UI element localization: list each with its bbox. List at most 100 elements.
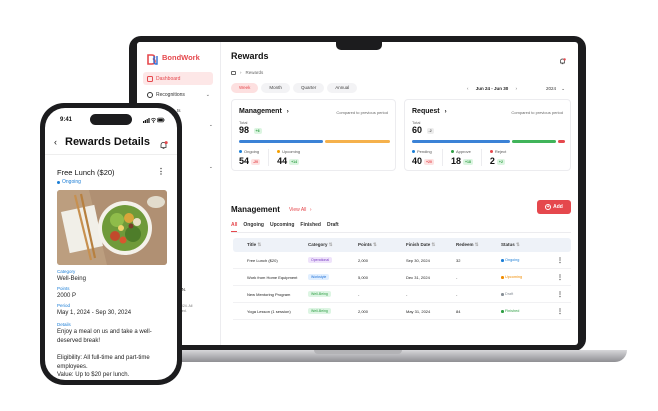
stat-delta-badge: +14 — [289, 158, 300, 165]
laptop-notch — [336, 42, 382, 50]
column-label: Points — [358, 242, 372, 247]
cell-title: Work from Home Equipment — [247, 274, 298, 280]
tab-week[interactable]: Week — [231, 83, 259, 93]
card-title[interactable]: Management › — [239, 108, 289, 115]
breadcrumb-separator: › — [240, 70, 242, 75]
stat-label: Ongoing — [244, 149, 260, 154]
brand-name: BondWork — [162, 53, 200, 62]
stat-delta-badge: -20 — [251, 158, 261, 165]
reward-status: Ongoing — [57, 179, 81, 185]
sidebar-item-dashboard[interactable]: Dashboard — [143, 72, 213, 85]
category-badge: Operational — [308, 257, 333, 263]
cell-status: Draft — [501, 292, 551, 297]
tab-finished[interactable]: Finished — [300, 222, 321, 232]
chevron-left-icon[interactable]: ‹ — [467, 86, 469, 91]
total-value: 98 — [239, 125, 250, 135]
tab-annual[interactable]: Annual — [327, 83, 358, 93]
status-dot — [501, 293, 504, 296]
add-reward-button[interactable]: + Add — [537, 200, 571, 214]
tab-draft[interactable]: Draft — [327, 222, 339, 232]
bondwork-logo-icon — [147, 52, 158, 65]
stat-pending: Pending 40 +20 — [412, 149, 443, 166]
column-header-category[interactable]: Category ⇅ — [308, 242, 358, 248]
date-range-label: Jun 24 - Jun 30 — [475, 86, 509, 91]
bar-segment-ongoing — [239, 140, 323, 143]
tab-upcoming[interactable]: Upcoming — [270, 222, 294, 232]
tab-ongoing[interactable]: Ongoing — [243, 222, 264, 232]
stat-value: 2 — [489, 156, 495, 166]
status-dot — [277, 150, 281, 153]
status-bar-icons — [143, 117, 165, 123]
table-row[interactable]: Yoga Lesson (1 session) Well-Being 2,000… — [233, 303, 571, 320]
sidebar-item-recognitions[interactable]: Recognitions ⌄ — [143, 88, 213, 101]
cell-category: Workstyle — [308, 274, 358, 280]
tab-quarter[interactable]: Quarter — [292, 83, 325, 93]
rewards-icon — [231, 70, 236, 75]
column-label: Status — [501, 242, 515, 247]
more-options-icon[interactable]: ⋮ — [551, 257, 569, 264]
stat-delta-badge: +20 — [424, 158, 434, 165]
back-chevron-icon[interactable]: ‹ — [54, 137, 57, 147]
column-label: Title — [247, 242, 257, 247]
table-row[interactable]: Work from Home Equipment Workstyle 5,000… — [233, 269, 571, 286]
reward-photo — [57, 190, 167, 265]
column-header-status[interactable]: Status ⇅ — [501, 242, 551, 248]
add-label: Add — [553, 204, 563, 210]
sort-icon: ⇅ — [474, 242, 479, 247]
view-all-link[interactable]: View All › — [289, 207, 311, 213]
cell-category: Operational — [308, 257, 358, 263]
table-row[interactable]: New Mentoring Program Well-Being - - - D… — [233, 286, 571, 303]
header-divider — [45, 154, 177, 155]
sort-icon: ⇅ — [431, 242, 436, 247]
cell-finish-date: May 31, 2024 — [406, 308, 431, 314]
more-options-icon[interactable]: ⋮ — [157, 167, 165, 176]
total-value-row: 60 -2 — [412, 125, 434, 135]
section-title: Management — [231, 205, 280, 214]
cell-points: 5,000 — [358, 274, 369, 280]
brand-logo[interactable]: BondWork — [147, 52, 200, 65]
category-badge: Well-Being — [308, 291, 331, 297]
date-range-picker[interactable]: ‹ Jun 24 - Jun 30 › — [467, 86, 517, 91]
cell-finish-date: Sep 30, 2024 — [406, 257, 430, 263]
page-title: Rewards — [231, 51, 269, 61]
stat-delta-badge: +18 — [462, 158, 473, 165]
page-title: Rewards Details — [65, 136, 150, 148]
more-options-icon[interactable]: ⋮ — [551, 291, 569, 298]
tab-month[interactable]: Month — [261, 83, 290, 93]
cell-redeem: 32 — [456, 257, 461, 263]
table-header: Title ⇅ Category ⇅ Points ⇅ Finish Date … — [233, 238, 571, 252]
total-value: 60 — [412, 125, 423, 135]
status-dot — [501, 259, 504, 262]
card-title[interactable]: Request › — [412, 108, 447, 115]
table-row[interactable]: Free Lunch ($20) Operational 2,000 Sep 3… — [233, 252, 571, 269]
more-options-icon[interactable]: ⋮ — [551, 274, 569, 281]
tab-all[interactable]: All — [231, 222, 238, 232]
chevron-right-icon[interactable]: › — [516, 86, 518, 91]
notification-bell-icon[interactable] — [559, 52, 566, 65]
cell-redeem: 84 — [456, 308, 461, 314]
column-header-redeem[interactable]: Redeem ⇅ — [456, 242, 501, 248]
breadcrumb-item[interactable]: Rewards — [246, 70, 264, 75]
column-header-finish-date[interactable]: Finish Date ⇅ — [406, 242, 456, 248]
stat-approve: Approve 18 +18 — [450, 149, 482, 166]
notification-bell-icon[interactable] — [159, 137, 168, 149]
category-value: Well-Being — [57, 276, 86, 282]
chevron-down-icon: ⌄ — [209, 122, 213, 127]
sidebar-item-label: Dashboard — [156, 75, 181, 82]
card-title-text: Request — [412, 108, 440, 115]
reward-title: Free Lunch ($20) — [57, 168, 115, 177]
total-delta-badge: +6 — [253, 127, 262, 134]
rewards-table: Title ⇅ Category ⇅ Points ⇅ Finish Date … — [233, 238, 571, 320]
year-select[interactable]: 2024 ⌄ — [546, 86, 565, 92]
column-label: Category — [308, 242, 328, 247]
sort-icon: ⇅ — [328, 242, 333, 247]
card-title-text: Management — [239, 108, 282, 115]
recognition-icon — [147, 91, 153, 98]
column-header-title[interactable]: Title ⇅ — [233, 242, 308, 248]
bar-segment-reject — [558, 140, 565, 143]
column-header-points[interactable]: Points ⇅ — [358, 242, 406, 248]
compare-label: Compared to previous period — [511, 110, 563, 115]
more-options-icon[interactable]: ⋮ — [551, 308, 569, 315]
stat-value: 44 — [277, 156, 288, 166]
distribution-bar — [412, 140, 565, 143]
